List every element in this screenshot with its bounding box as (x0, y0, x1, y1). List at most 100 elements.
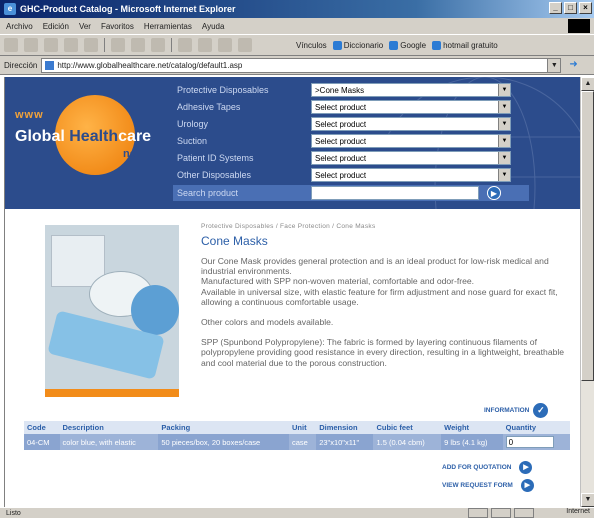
product-title: Cone Masks (201, 234, 268, 248)
search-go-icon[interactable]: ▶ (487, 186, 501, 200)
category-select-patient-id[interactable]: Select product ▼ (311, 151, 511, 165)
status-text: Listo (6, 509, 21, 517)
category-label: Adhesive Tapes (177, 102, 241, 112)
scroll-thumb[interactable] (581, 91, 594, 381)
category-select-other[interactable]: Select product ▼ (311, 168, 511, 182)
link-page-icon (389, 40, 399, 50)
select-value: Select product (315, 119, 367, 129)
close-icon[interactable]: × (579, 2, 592, 14)
menu-herramientas[interactable]: Herramientas (144, 22, 192, 31)
photo-blue-mask (131, 285, 179, 335)
category-row: Adhesive Tapes Select product ▼ (173, 99, 529, 115)
address-input[interactable]: http://www.globalhealthcare.net/catalog/… (41, 57, 562, 73)
logo-wordmark: Global Healthcare (15, 128, 151, 146)
address-label: Dirección (4, 60, 38, 70)
cell-dimension: 23"x10"x11" (316, 434, 374, 450)
logo-net: net (123, 148, 140, 160)
print-icon[interactable] (198, 38, 212, 52)
product-description: Our Cone Mask provides general protectio… (201, 256, 573, 378)
product-spec-table: Code Description Packing Unit Dimension … (24, 421, 570, 450)
select-value: >Cone Masks (315, 85, 365, 95)
back-icon[interactable] (4, 38, 18, 52)
category-label: Urology (177, 119, 209, 129)
quantity-input[interactable] (505, 436, 554, 448)
col-weight: Weight (441, 421, 503, 434)
forward-icon[interactable] (24, 38, 38, 52)
discuss-icon[interactable] (238, 38, 252, 52)
window-title: GHC-Product Catalog - Microsoft Internet… (20, 4, 236, 14)
arrow-right-icon: ▶ (520, 479, 534, 492)
window-titlebar: e GHC-Product Catalog - Microsoft Intern… (0, 0, 594, 18)
logo-www: www (15, 109, 44, 121)
col-code: Code (24, 421, 60, 434)
link-diccionario[interactable]: Diccionario (332, 40, 384, 50)
links-label: Vínculos (296, 40, 327, 50)
window-controls: _ □ × (549, 2, 592, 14)
view-request-label: VIEW REQUEST FORM (442, 482, 513, 489)
information-link[interactable]: INFORMATION ✓ (484, 403, 549, 418)
site-logo[interactable]: www Global Healthcare net (15, 95, 175, 185)
category-row: Urology Select product ▼ (173, 116, 529, 132)
go-arrow-icon[interactable]: ➜ (569, 59, 583, 71)
stop-icon[interactable] (44, 38, 58, 52)
add-for-quotation-link[interactable]: ADD FOR QUOTATION ▶ (442, 461, 533, 474)
col-unit: Unit (288, 421, 317, 434)
status-bar: Listo Internet (0, 507, 594, 518)
home-icon[interactable] (84, 38, 98, 52)
category-select-suction[interactable]: Select product ▼ (311, 134, 511, 148)
page-icon (45, 60, 55, 70)
ie-logo-icon: e (4, 3, 16, 15)
link-label: Diccionario (343, 40, 384, 50)
col-quantity: Quantity (502, 421, 570, 434)
vertical-scrollbar[interactable]: ▲ ▼ (580, 77, 594, 507)
select-value: Select product (315, 170, 367, 180)
address-dropdown-icon[interactable]: ▼ (547, 58, 561, 72)
add-quotation-label: ADD FOR QUOTATION (442, 464, 512, 471)
menu-ver[interactable]: Ver (79, 22, 91, 31)
link-google[interactable]: Google (389, 40, 427, 50)
link-label: Google (400, 40, 427, 50)
maximize-icon[interactable]: □ (564, 2, 577, 14)
category-select-urology[interactable]: Select product ▼ (311, 117, 511, 131)
menu-ayuda[interactable]: Ayuda (202, 22, 225, 31)
col-description: Description (59, 421, 159, 434)
minimize-icon[interactable]: _ (549, 2, 562, 14)
search-input[interactable] (311, 186, 479, 200)
search-icon[interactable] (111, 38, 125, 52)
menu-favoritos[interactable]: Favoritos (101, 22, 134, 31)
cell-packing: 50 pieces/box, 20 boxes/case (158, 434, 289, 450)
standard-toolbar: Vínculos Diccionario Google hotmail grat… (0, 35, 594, 56)
favorites-icon[interactable] (131, 38, 145, 52)
category-select-protective[interactable]: >Cone Masks ▼ (311, 83, 511, 97)
cell-description: color blue, with elastic (59, 434, 159, 450)
mail-icon[interactable] (178, 38, 192, 52)
address-bar: Dirección http://www.globalhealthcare.ne… (0, 56, 594, 75)
view-request-form-link[interactable]: VIEW REQUEST FORM ▶ (442, 479, 534, 492)
select-value: Select product (315, 136, 367, 146)
category-label: Suction (177, 136, 208, 146)
category-select-adhesive[interactable]: Select product ▼ (311, 100, 511, 114)
scroll-down-icon[interactable]: ▼ (581, 493, 594, 507)
link-label: hotmail gratuito (443, 40, 498, 50)
link-page-icon (332, 40, 342, 50)
link-hotmail[interactable]: hotmail gratuito (432, 40, 498, 50)
search-label: Search product (177, 188, 239, 198)
history-icon[interactable] (151, 38, 165, 52)
logo-health: Health (69, 128, 119, 145)
edit-icon[interactable] (218, 38, 232, 52)
product-photo (45, 225, 179, 389)
logo-care: care (118, 128, 152, 145)
toolbar-divider (171, 38, 172, 52)
menu-edicion[interactable]: Edición (43, 22, 69, 31)
description-line: Our Cone Mask provides general protectio… (201, 256, 549, 277)
category-row: Patient ID Systems Select product ▼ (173, 150, 529, 166)
scroll-up-icon[interactable]: ▲ (581, 77, 594, 91)
category-label: Patient ID Systems (177, 153, 254, 163)
refresh-icon[interactable] (64, 38, 78, 52)
col-packing: Packing (158, 421, 289, 434)
menu-bar: Archivo Edición Ver Favoritos Herramient… (0, 18, 594, 35)
dropdown-arrow-icon: ▼ (498, 118, 510, 130)
address-url: http://www.globalhealthcare.net/catalog/… (57, 60, 243, 70)
cell-unit: case (288, 434, 317, 450)
menu-archivo[interactable]: Archivo (6, 22, 33, 31)
